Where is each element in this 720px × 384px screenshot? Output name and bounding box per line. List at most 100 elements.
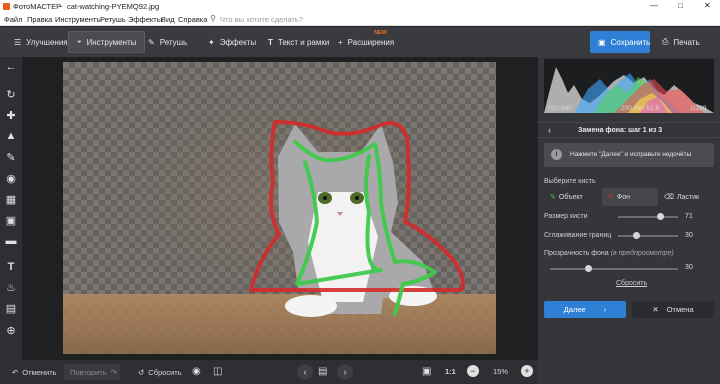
tab-label: Инструменты (86, 37, 137, 47)
menu-tools[interactable]: Инструменты (55, 15, 102, 24)
plus-icon: + (338, 37, 343, 47)
brush-size-slider[interactable] (618, 216, 678, 218)
object-brush-icon: ✎ (550, 194, 556, 201)
brush-object-button[interactable]: ✎ Объект (550, 190, 600, 204)
redo-label: Повторить (70, 367, 107, 377)
exif-shutter: 1/160 (690, 105, 707, 112)
brush-size-label: Размер кисти (544, 213, 588, 220)
tab-extensions[interactable]: + Расширения (330, 31, 402, 53)
next-arrow-icon: › (603, 305, 607, 314)
tilt-icon[interactable]: ▬ (4, 234, 18, 248)
exif-lens: 200 mm f/2.8 (621, 105, 659, 112)
rotate-icon[interactable]: ↻ (4, 87, 18, 101)
tab-tools[interactable]: ⌖ Инструменты (68, 31, 146, 53)
fit-screen-icon[interactable]: ▣ (422, 366, 431, 377)
eye-icon[interactable]: ◉ (192, 366, 201, 377)
tab-label: Эффекты (219, 37, 257, 47)
smoothing-knob[interactable] (632, 232, 640, 239)
stamp-icon[interactable]: ▲ (4, 129, 18, 143)
zoom-value: 15% (493, 367, 509, 376)
brush-eraser-button[interactable]: ⌫ Ластик (664, 190, 714, 204)
save-label: Сохранить (610, 37, 651, 47)
globe-icon[interactable]: ⊕ (4, 323, 18, 337)
smoothing-label: Сглаживание границ (544, 232, 612, 239)
search-icon: ⚲ (210, 14, 216, 23)
opacity-knob[interactable] (584, 265, 592, 272)
tab-label: Расширения (347, 37, 395, 47)
brush-size-knob[interactable] (657, 213, 665, 220)
tab-text-frames[interactable]: T Текст и рамки (260, 31, 337, 53)
next-label: Далее (563, 305, 586, 314)
cancel-label: Отмена (666, 305, 694, 314)
next-button[interactable]: Далее › (544, 301, 626, 318)
undo-button[interactable]: ↶ Отменить (6, 364, 63, 380)
app-name: ФотоМАСТЕР (13, 2, 62, 11)
menu-effects[interactable]: Эффекты (128, 15, 162, 24)
opacity-value: 30 (685, 264, 693, 271)
layers-icon[interactable]: ▤ (4, 301, 18, 315)
sliders-icon: ☰ (14, 37, 22, 47)
folder-icon[interactable]: ▤ (318, 366, 327, 377)
reset-link[interactable]: Сбросить (616, 280, 647, 287)
cancel-button[interactable]: ✕ Отмена (632, 301, 714, 318)
reset-button[interactable]: ↺ Сбросить (132, 364, 188, 380)
bucket-icon[interactable]: ♨ (4, 280, 18, 294)
reset-label: Сбросить (148, 367, 182, 377)
photo-canvas[interactable] (63, 62, 496, 354)
crop-icon: ⌖ (77, 37, 82, 46)
zoom-in-button[interactable]: + (521, 365, 533, 377)
brush-background-label: Фон (616, 193, 630, 201)
undo-icon: ↶ (12, 367, 19, 377)
close-button[interactable]: ✕ (704, 1, 711, 10)
tab-label: Текст и рамки (277, 37, 330, 47)
tab-retouch[interactable]: ✎ Ретушь (140, 31, 195, 53)
redo-button[interactable]: Повторить ↷ (64, 364, 120, 380)
smoothing-value: 30 (685, 232, 693, 239)
menu-edit[interactable]: Правка (27, 15, 52, 24)
left-toolbar: ← ↻ ✚ ▲ ✎ ◉ ▦ ▣ ▬ T ♨ ▤ ⊕ (0, 57, 22, 360)
smoothing-slider[interactable] (618, 235, 678, 237)
main-toolbar: ☰ Улучшения ⌖ Инструменты ✎ Ретушь ✦ Эфф… (0, 27, 720, 57)
workspace (22, 57, 538, 360)
title-separator: - (60, 2, 63, 11)
floppy-icon: ▣ (598, 37, 606, 47)
menu-help[interactable]: Справка (178, 15, 207, 24)
wand-icon: ✦ (208, 37, 215, 47)
print-button[interactable]: ⎙ Печать (654, 31, 708, 53)
next-image-button[interactable]: › (337, 364, 353, 380)
gradient-icon[interactable]: ▦ (4, 192, 18, 206)
vignette-icon[interactable]: ▣ (4, 213, 18, 227)
tab-label: Ретушь (159, 37, 188, 47)
brush-object-label: Объект (558, 193, 583, 201)
maximize-button[interactable]: □ (678, 1, 683, 10)
radial-icon[interactable]: ◉ (4, 171, 18, 185)
menu-retouch[interactable]: Ретушь (100, 15, 126, 24)
compare-icon[interactable]: ◫ (213, 366, 222, 377)
search-input[interactable]: Что вы хотите сделать? (220, 15, 303, 24)
title-bar: ФотоМАСТЕР - cat-watching-PYEMQ92.jpg — … (0, 0, 720, 13)
opacity-label-text: Прозрачность фона (544, 250, 609, 257)
step-title: Замена фона: шаг 1 из 3 (578, 127, 663, 134)
menu-view[interactable]: Вид (161, 15, 175, 24)
bandage-icon[interactable]: ✚ (4, 108, 18, 122)
minimize-button[interactable]: — (650, 1, 658, 10)
text-icon[interactable]: T (4, 260, 18, 274)
prev-image-button[interactable]: ‹ (297, 364, 313, 380)
brush-icon: ✎ (148, 37, 155, 47)
save-button[interactable]: ▣ Сохранить (590, 31, 650, 53)
menu-file[interactable]: Файл (4, 15, 22, 24)
back-chevron-icon[interactable]: ‹ (548, 125, 551, 135)
zoom-out-button[interactable]: − (467, 365, 479, 377)
brush-eraser-label: Ластик (676, 193, 700, 201)
brush-background-button[interactable]: ✎ Фон (602, 188, 658, 206)
new-badge: NEW (374, 30, 387, 36)
print-label: Печать (673, 37, 700, 47)
opacity-slider[interactable] (550, 268, 678, 270)
tab-enhancements[interactable]: ☰ Улучшения (6, 31, 76, 53)
ratio-button[interactable]: 1:1 (445, 367, 456, 376)
exif-iso: ISO 640 (548, 105, 572, 112)
back-arrow-icon[interactable]: ← (4, 60, 18, 74)
undo-label: Отменить (22, 367, 57, 377)
tab-effects[interactable]: ✦ Эффекты (200, 31, 264, 53)
brush-icon[interactable]: ✎ (4, 150, 18, 164)
